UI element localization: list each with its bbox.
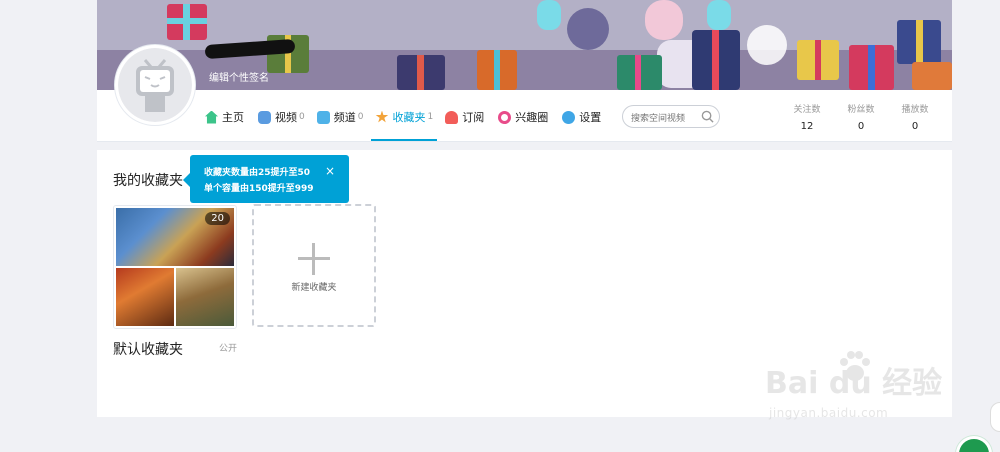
folder-name[interactable]: 默认收藏夹 bbox=[113, 339, 183, 359]
stat-label: 粉丝数 bbox=[847, 105, 875, 115]
search-input[interactable] bbox=[623, 108, 699, 130]
scroll-top-handle[interactable] bbox=[990, 402, 1000, 432]
nav-item-settings[interactable]: 设置 bbox=[562, 108, 603, 126]
stat-value: 12 bbox=[800, 121, 814, 132]
folder-visibility: 公开 bbox=[219, 344, 238, 354]
stat-following[interactable]: 关注数 12 bbox=[780, 102, 834, 132]
stat-plays: 播放数 0 bbox=[888, 102, 942, 132]
nav-item-favorites[interactable]: 收藏夹 1 bbox=[371, 108, 437, 141]
new-folder-label: 新建收藏夹 bbox=[291, 283, 337, 293]
nav-label: 频道 bbox=[333, 111, 356, 124]
stat-value: 0 bbox=[911, 121, 919, 132]
space-nav: 主页 视频 0 频道 0 收藏夹 1 订阅 兴趣圈 设置 bbox=[205, 108, 615, 141]
upgrade-tooltip: 收藏夹数量由25提升至50 单个容量由150提升至999 × bbox=[183, 155, 349, 203]
nav-label: 收藏夹 bbox=[392, 111, 426, 124]
edit-signature-link[interactable]: 编辑个性签名 bbox=[209, 69, 269, 84]
nav-count: 1 bbox=[427, 112, 434, 122]
nav-label: 视频 bbox=[275, 111, 297, 124]
new-folder-button[interactable]: 新建收藏夹 bbox=[252, 204, 376, 327]
default-avatar-tv-icon bbox=[118, 48, 192, 122]
circle-icon bbox=[498, 110, 512, 124]
nav-item-video[interactable]: 视频 0 bbox=[258, 108, 305, 126]
stat-label: 播放数 bbox=[901, 105, 929, 115]
home-icon bbox=[205, 110, 218, 124]
page-title: 我的收藏夹 bbox=[113, 173, 183, 189]
floating-widget[interactable] bbox=[956, 436, 992, 452]
gear-icon bbox=[562, 110, 576, 124]
cover-image-2 bbox=[116, 268, 174, 326]
tooltip-line-1: 收藏夹数量由25提升至50 bbox=[204, 168, 311, 178]
nav-item-channel[interactable]: 频道 0 bbox=[316, 108, 364, 126]
avatar[interactable] bbox=[115, 45, 195, 125]
cover-image-3 bbox=[176, 268, 234, 326]
nav-item-interest-circle[interactable]: 兴趣圈 bbox=[498, 108, 550, 126]
tooltip-line-2: 单个容量由150提升至999 bbox=[204, 184, 314, 194]
nav-label: 订阅 bbox=[462, 111, 485, 124]
user-stats: 关注数 12 粉丝数 0 播放数 0 bbox=[780, 102, 942, 132]
search-icon[interactable] bbox=[701, 110, 714, 123]
paw-icon bbox=[840, 351, 870, 381]
nav-item-subscriptions[interactable]: 订阅 bbox=[445, 108, 486, 126]
watermark-url: jingyan.baidu.com bbox=[769, 406, 889, 420]
plus-icon-vertical bbox=[312, 243, 315, 275]
nav-label: 兴趣圈 bbox=[515, 111, 549, 124]
nav-label: 主页 bbox=[222, 111, 244, 124]
baidu-watermark: Bai du 经验 jingyan.baidu.com bbox=[765, 346, 945, 430]
folder-cover: 20 bbox=[116, 208, 234, 326]
nav-item-home[interactable]: 主页 bbox=[205, 108, 246, 126]
heart-icon bbox=[445, 110, 459, 124]
nav-count: 0 bbox=[299, 112, 305, 122]
channel-icon bbox=[316, 110, 330, 124]
close-icon[interactable]: × bbox=[325, 163, 335, 179]
stat-value: 0 bbox=[857, 121, 865, 132]
stat-label: 关注数 bbox=[793, 105, 821, 115]
space-search-box bbox=[622, 105, 720, 130]
star-icon bbox=[375, 110, 389, 123]
nav-label: 设置 bbox=[579, 111, 602, 124]
favorite-folder-card[interactable]: 20 bbox=[113, 205, 237, 329]
stat-fans[interactable]: 粉丝数 0 bbox=[834, 102, 888, 132]
item-count-badge: 20 bbox=[205, 212, 230, 225]
nav-count: 0 bbox=[357, 112, 364, 122]
video-icon bbox=[258, 110, 271, 124]
